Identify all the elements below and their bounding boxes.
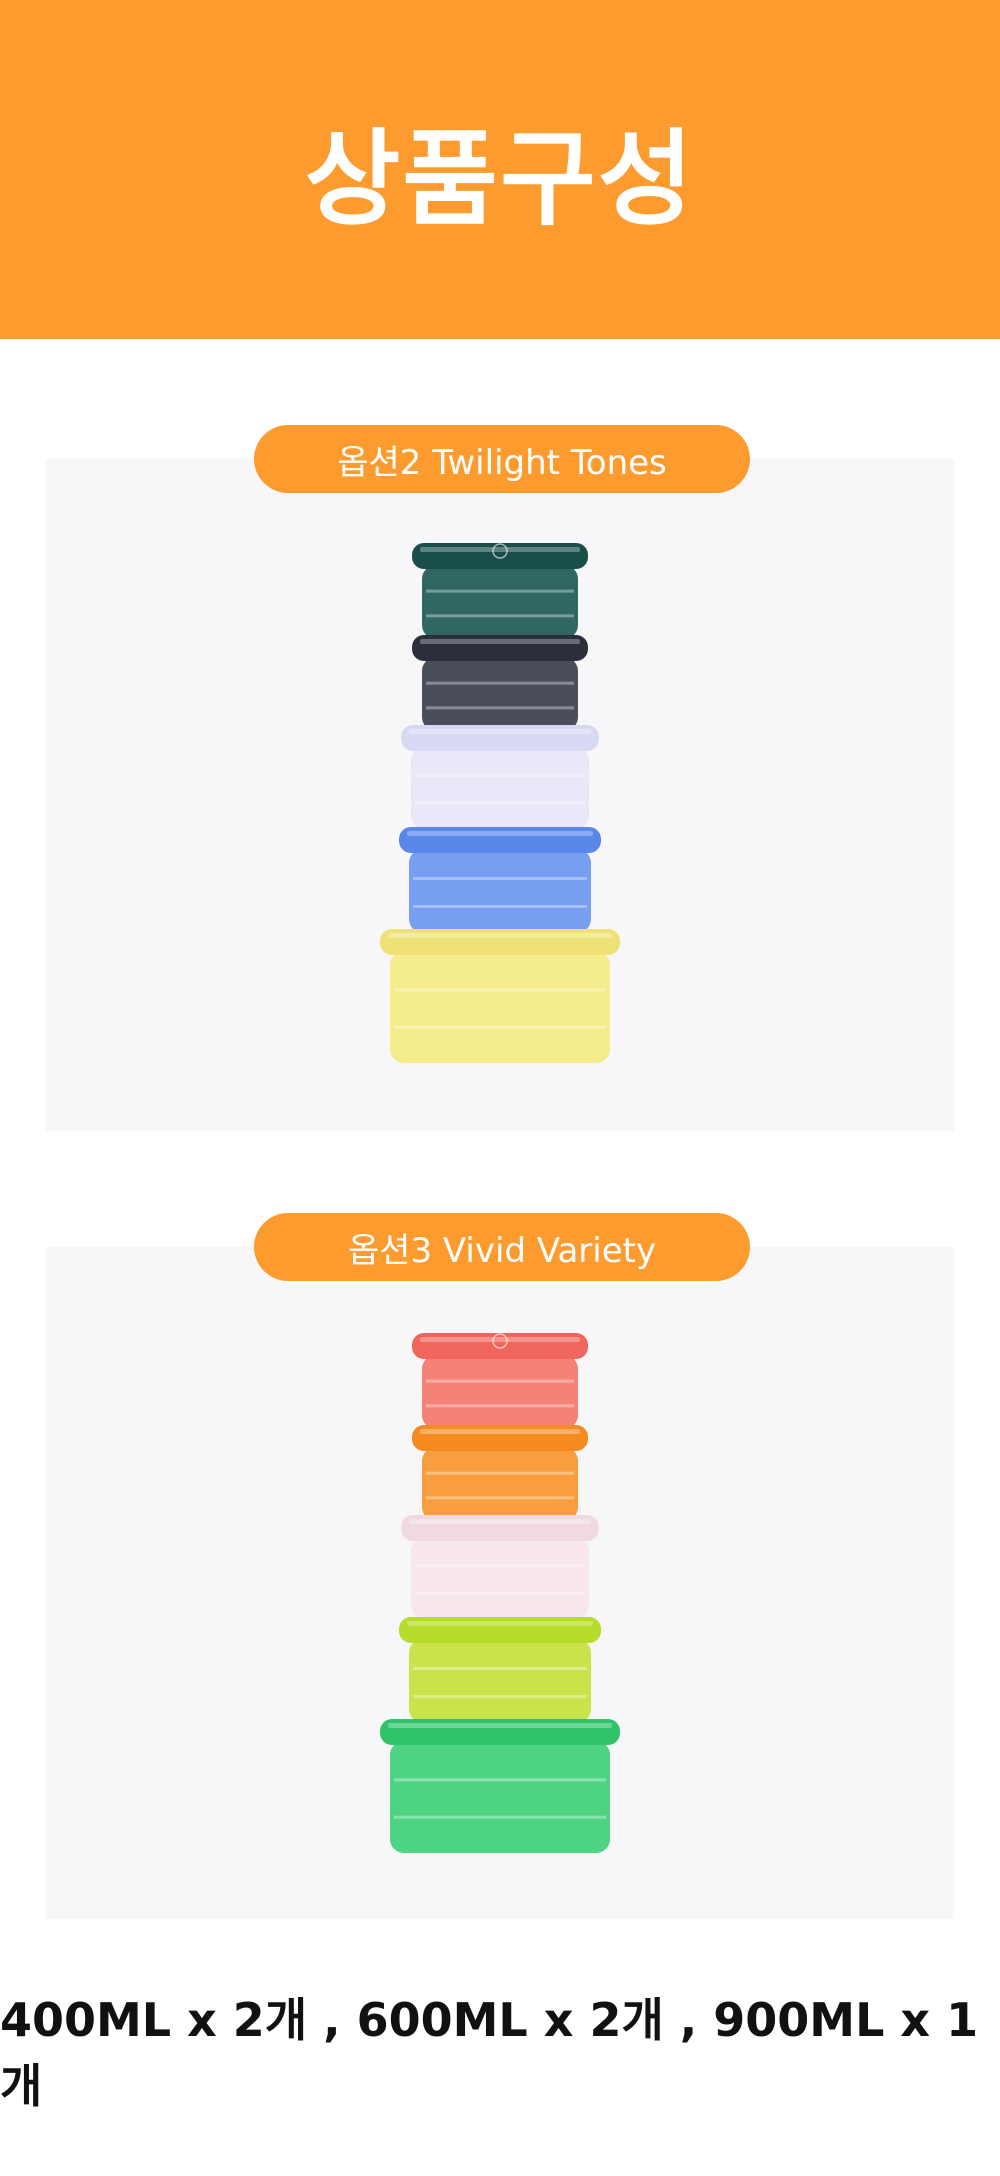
size-composition-text: 400ML x 2개 , 600ML x 2개 , 900ML x 1개	[0, 1993, 979, 2113]
container-4	[399, 1617, 601, 1723]
container-1	[412, 543, 588, 639]
container-4	[399, 827, 601, 933]
container-5	[380, 929, 620, 1063]
container-5	[380, 1719, 620, 1853]
product-image-vivid	[0, 1325, 1000, 1885]
container-stack-vivid	[380, 1333, 620, 1853]
container-3	[401, 1515, 599, 1619]
container-3	[401, 725, 599, 829]
option-label-vivid: 옵션3 Vivid Variety	[254, 1213, 750, 1281]
option-label-twilight: 옵션2 Twilight Tones	[254, 425, 750, 493]
container-1	[412, 1333, 588, 1429]
container-2	[412, 635, 588, 731]
container-stack-twilight	[380, 543, 620, 1063]
page-title: 상품구성	[304, 118, 696, 240]
container-2	[412, 1425, 588, 1521]
header-banner: 상품구성	[0, 0, 1000, 339]
product-image-twilight	[0, 535, 1000, 1095]
